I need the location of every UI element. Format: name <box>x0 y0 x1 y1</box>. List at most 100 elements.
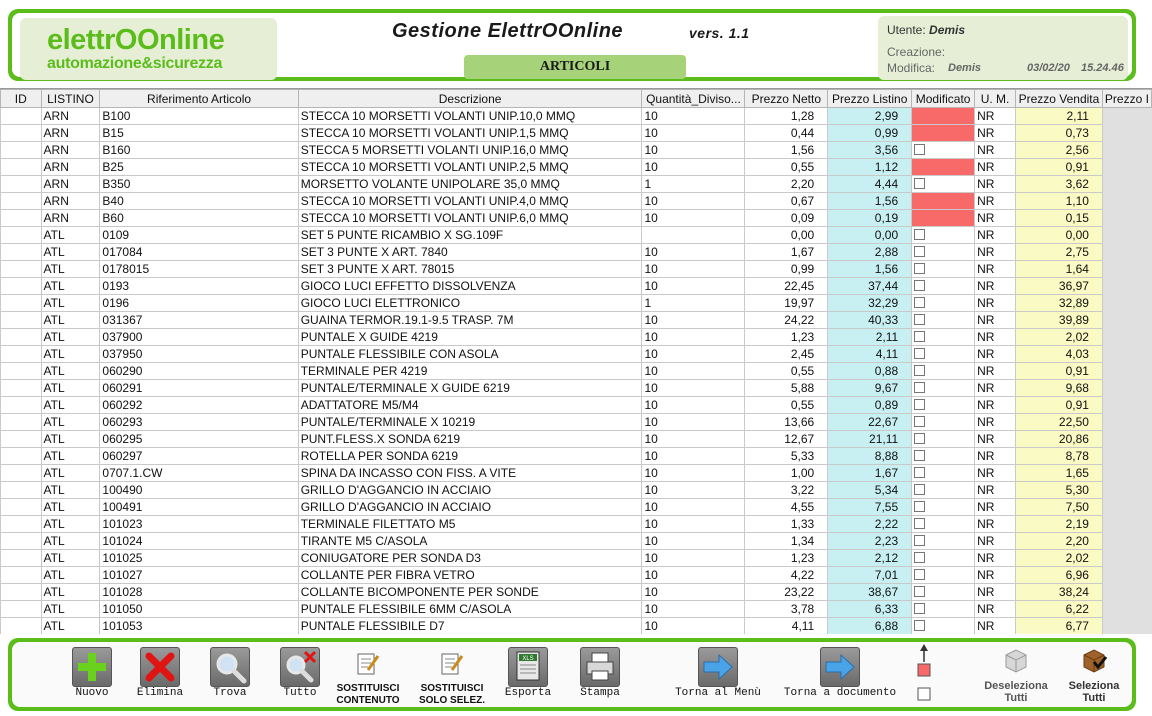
cell-listino[interactable]: ARN <box>40 209 101 227</box>
cell-prezzo-listino[interactable]: 7,01 <box>827 566 913 584</box>
cell-listino[interactable]: ATL <box>40 430 101 448</box>
modified-checkbox[interactable] <box>914 246 926 257</box>
cell-prezzo-vendita[interactable]: 2,75 <box>1014 243 1103 261</box>
col-header-prezzo-netto[interactable]: Prezzo Netto <box>744 89 829 108</box>
cell-riferimento[interactable]: 0193 <box>99 277 299 295</box>
deselect-all-button[interactable]: Deseleziona Tutti <box>984 642 1048 706</box>
cell-um[interactable]: NR <box>974 362 1016 380</box>
cell-riferimento[interactable]: 101023 <box>99 515 299 533</box>
cell-quantita[interactable]: 10 <box>641 260 746 278</box>
cell-modificato[interactable] <box>911 192 976 210</box>
cell-prezzo-netto[interactable]: 2,20 <box>744 175 829 193</box>
cell-prezzo-netto[interactable]: 4,22 <box>744 566 829 584</box>
cell-filler[interactable] <box>1101 532 1152 550</box>
cell-modificato[interactable] <box>911 549 976 567</box>
cell-prezzo-vendita[interactable]: 0,73 <box>1014 124 1103 142</box>
cell-prezzo-listino[interactable]: 1,67 <box>827 464 913 482</box>
table-row[interactable]: ATL 100490 GRILLO D'AGGANCIO IN ACCIAIO 10 3… <box>0 481 1152 499</box>
cell-listino[interactable]: ATL <box>40 345 101 363</box>
cell-listino[interactable]: ATL <box>40 515 101 533</box>
cell-listino[interactable]: ATL <box>40 362 101 380</box>
cell-prezzo-listino[interactable]: 2,11 <box>827 328 913 346</box>
cell-quantita[interactable]: 10 <box>641 481 746 499</box>
cell-prezzo-listino[interactable]: 0,89 <box>827 396 913 414</box>
cell-quantita[interactable]: 10 <box>641 362 746 380</box>
cell-filler[interactable] <box>1101 226 1152 244</box>
cell-prezzo-netto[interactable]: 4,55 <box>744 498 829 516</box>
cell-prezzo-vendita[interactable]: 22,50 <box>1014 413 1103 431</box>
cell-id[interactable] <box>0 583 42 601</box>
show-all-button[interactable]: Tutto <box>278 642 322 706</box>
cell-prezzo-listino[interactable]: 2,12 <box>827 549 913 567</box>
cell-um[interactable]: NR <box>974 328 1016 346</box>
cell-prezzo-vendita[interactable]: 2,11 <box>1014 107 1103 125</box>
cell-quantita[interactable]: 10 <box>641 328 746 346</box>
cell-prezzo-netto[interactable]: 3,22 <box>744 481 829 499</box>
modified-checkbox[interactable] <box>914 518 926 529</box>
cell-filler[interactable] <box>1101 481 1152 499</box>
cell-quantita[interactable]: 10 <box>641 277 746 295</box>
cell-prezzo-netto[interactable]: 0,09 <box>744 209 829 227</box>
cell-id[interactable] <box>0 481 42 499</box>
col-header-quantita[interactable]: Quantità_Diviso... <box>641 89 746 108</box>
cell-descrizione[interactable]: STECCA 10 MORSETTI VOLANTI UNIP.1,5 MMQ <box>297 124 643 142</box>
cell-riferimento[interactable]: B60 <box>99 209 299 227</box>
cell-modificato[interactable] <box>911 481 976 499</box>
cell-modificato[interactable] <box>911 532 976 550</box>
cell-prezzo-listino[interactable]: 40,33 <box>827 311 913 329</box>
cell-listino[interactable]: ARN <box>40 175 101 193</box>
cell-prezzo-vendita[interactable]: 2,56 <box>1014 141 1103 159</box>
table-row[interactable]: ATL 101050 PUNTALE FLESSIBILE 6MM C/ASOLA 1… <box>0 600 1152 618</box>
cell-filler[interactable] <box>1101 379 1152 397</box>
cell-prezzo-vendita[interactable]: 2,02 <box>1014 549 1103 567</box>
cell-prezzo-netto[interactable]: 1,23 <box>744 549 829 567</box>
cell-prezzo-vendita[interactable]: 0,91 <box>1014 396 1103 414</box>
cell-filler[interactable] <box>1101 549 1152 567</box>
table-row[interactable]: ATL 101023 TERMINALE FILETTATO M5 10 1,33 2,2… <box>0 515 1152 533</box>
cell-riferimento[interactable]: 060295 <box>99 430 299 448</box>
cell-um[interactable]: NR <box>974 243 1016 261</box>
cell-descrizione[interactable]: SPINA DA INCASSO CON FISS. A VITE <box>297 464 643 482</box>
table-row[interactable]: ATL 017084 SET 3 PUNTE X ART. 7840 10 1,67 2,… <box>0 243 1152 261</box>
table-row[interactable]: ATL 060292 ADATTATORE M5/M4 10 0,55 0,89 NR 0,9… <box>0 396 1152 414</box>
cell-prezzo-vendita[interactable]: 0,91 <box>1014 158 1103 176</box>
cell-quantita[interactable]: 10 <box>641 617 746 634</box>
cell-filler[interactable] <box>1101 124 1152 142</box>
cell-riferimento[interactable]: B25 <box>99 158 299 176</box>
col-header-riferimento[interactable]: Riferimento Articolo <box>99 89 299 108</box>
cell-listino[interactable]: ATL <box>40 328 101 346</box>
replace-content-button[interactable]: SOSTITUISCI CONTENUTO <box>336 642 400 706</box>
cell-listino[interactable]: ATL <box>40 396 101 414</box>
cell-prezzo-vendita[interactable]: 0,91 <box>1014 362 1103 380</box>
modified-checkbox[interactable] <box>914 144 926 155</box>
cell-prezzo-netto[interactable]: 23,22 <box>744 583 829 601</box>
table-row[interactable]: ATL 060293 PUNTALE/TERMINALE X 10219 10 13,6… <box>0 413 1152 431</box>
cell-quantita[interactable]: 10 <box>641 515 746 533</box>
cell-id[interactable] <box>0 515 42 533</box>
col-header-listino[interactable]: LISTINO <box>40 89 101 108</box>
cell-listino[interactable]: ATL <box>40 464 101 482</box>
cell-modificato[interactable] <box>911 226 976 244</box>
modified-checkbox[interactable] <box>914 501 926 512</box>
table-row[interactable]: ATL 037900 PUNTALE X GUIDE 4219 10 1,23 2,11 N… <box>0 328 1152 346</box>
cell-listino[interactable]: ATL <box>40 583 101 601</box>
cell-quantita[interactable]: 1 <box>641 294 746 312</box>
cell-id[interactable] <box>0 277 42 295</box>
cell-prezzo-vendita[interactable]: 2,19 <box>1014 515 1103 533</box>
cell-id[interactable] <box>0 549 42 567</box>
cell-riferimento[interactable]: B40 <box>99 192 299 210</box>
cell-filler[interactable] <box>1101 158 1152 176</box>
cell-modificato[interactable] <box>911 396 976 414</box>
cell-descrizione[interactable]: PUNTALE X GUIDE 4219 <box>297 328 643 346</box>
cell-quantita[interactable]: 10 <box>641 447 746 465</box>
cell-prezzo-listino[interactable]: 4,11 <box>827 345 913 363</box>
modified-checkbox[interactable] <box>914 382 926 393</box>
cell-filler[interactable] <box>1101 413 1152 431</box>
table-row[interactable]: ARN B15 STECCA 10 MORSETTI VOLANTI UNIP.1,… <box>0 124 1152 142</box>
cell-prezzo-listino[interactable]: 1,12 <box>827 158 913 176</box>
cell-modificato[interactable] <box>911 243 976 261</box>
cell-prezzo-listino[interactable]: 2,22 <box>827 515 913 533</box>
cell-filler[interactable] <box>1101 498 1152 516</box>
col-header-um[interactable]: U. M. <box>974 89 1016 108</box>
cell-filler[interactable] <box>1101 362 1152 380</box>
